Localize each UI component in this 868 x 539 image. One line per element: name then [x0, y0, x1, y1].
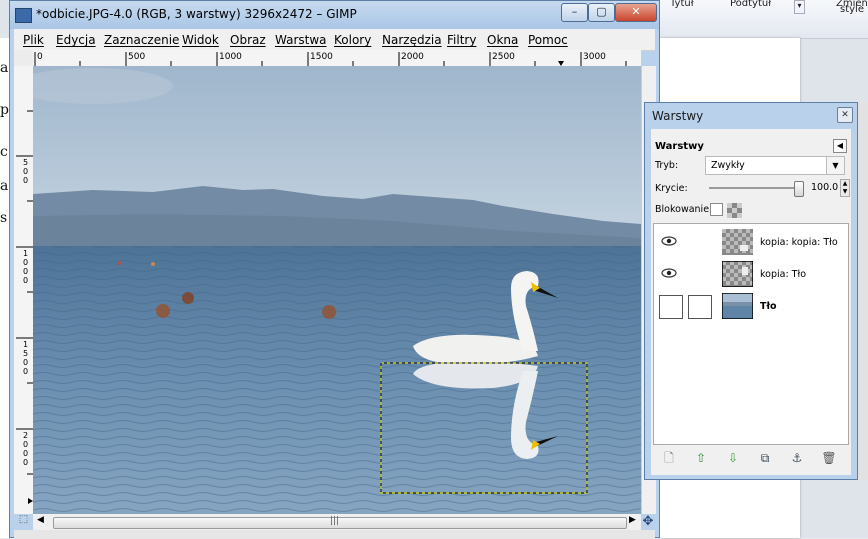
mode-select[interactable]: Zwykły ▼: [705, 156, 845, 175]
scroll-right-arrow-icon[interactable]: ▶: [629, 515, 636, 525]
ruler-label: 500: [128, 52, 146, 62]
tab-menu-icon[interactable]: ◀: [833, 139, 847, 153]
background-ribbon: Tytuł Podtytuł Zmień style ▾: [660, 0, 868, 39]
menu-warstwa[interactable]: Warstwa: [275, 33, 327, 47]
scroll-left-arrow-icon[interactable]: ◀: [37, 515, 44, 525]
visibility-toggle-empty[interactable]: [659, 295, 683, 319]
layer-name[interactable]: kopia: kopia: Tło: [760, 237, 838, 248]
gimp-image-window: *odbicie.JPG-4.0 (RGB, 3 warstwy) 3296x2…: [9, 0, 660, 539]
ribbon-style-title[interactable]: Tytuł: [670, 0, 694, 9]
quick-mask-icon[interactable]: ⬚: [14, 514, 33, 530]
layers-title-bar[interactable]: Warstwy ✕: [645, 103, 857, 129]
ruler-label: 0: [37, 52, 43, 62]
ruler-label: 2500: [492, 52, 515, 62]
ruler-label: 1500: [310, 52, 333, 62]
vertical-ruler[interactable]: 5 0 0 1 0 0 0 1 5 0 0 2 0 0 0: [14, 66, 34, 514]
new-layer-icon[interactable]: 🗋: [661, 450, 677, 466]
ribbon-more-arrow-icon[interactable]: ▾: [794, 0, 805, 14]
anchor-layer-icon[interactable]: ⚓: [789, 450, 805, 466]
ruler-ticks: [34, 52, 627, 66]
lock-pixels-checkbox[interactable]: [710, 203, 723, 216]
opacity-value[interactable]: 100.0: [811, 182, 838, 193]
menu-bar: Plik Edycja Zaznaczenie Widok Obraz Wars…: [14, 29, 655, 51]
ruler-label: 2000: [401, 52, 424, 62]
layer-name[interactable]: kopia: Tło: [760, 269, 806, 280]
window-title: *odbicie.JPG-4.0 (RGB, 3 warstwy) 3296x2…: [36, 7, 357, 21]
navigate-icon[interactable]: ✥: [641, 514, 655, 530]
layers-list: kopia: kopia: Tło kopia: Tło Tło: [653, 223, 849, 445]
ruler-label: 1000: [219, 52, 242, 62]
duplicate-layer-icon[interactable]: ⧉: [757, 450, 773, 466]
horizontal-scrollbar[interactable]: ◀ ||| ▶: [33, 514, 641, 530]
menu-filtry[interactable]: Filtry: [447, 33, 476, 47]
ruler-label: 1 5 0 0: [23, 340, 29, 376]
raise-layer-icon[interactable]: ⇧: [693, 450, 709, 466]
layer-thumbnail: [722, 293, 753, 319]
doc-letter: a: [0, 178, 9, 194]
ribbon-style-label[interactable]: style: [840, 4, 864, 15]
opacity-spin-button[interactable]: ▲ ▼: [840, 179, 850, 197]
chain-toggle-empty[interactable]: [688, 295, 712, 319]
layers-dialog-title: Warstwy: [652, 109, 704, 123]
layers-panel: Warstwy ◀ Tryb: Zwykły ▼ Krycie: 100.0 ▲…: [651, 129, 851, 475]
close-button[interactable]: ✕: [615, 3, 657, 22]
photo-swan: [33, 66, 641, 514]
ruler-label: 5 0 0: [23, 158, 29, 185]
image-canvas[interactable]: [33, 66, 641, 514]
minimize-button[interactable]: –: [561, 3, 588, 22]
visibility-eye-icon[interactable]: [661, 266, 677, 280]
doc-letter: p: [0, 102, 9, 118]
maximize-button[interactable]: ▢: [588, 3, 615, 22]
layer-row[interactable]: Tło: [654, 290, 848, 322]
lock-label: Blokowanie:: [655, 204, 713, 215]
layer-row[interactable]: kopia: Tło: [654, 258, 848, 290]
menu-plik[interactable]: Plik: [23, 33, 44, 47]
layers-dialog: Warstwy ✕ Warstwy ◀ Tryb: Zwykły ▼ Kryci…: [644, 102, 858, 480]
lock-alpha-icon[interactable]: [727, 203, 742, 218]
delete-layer-icon[interactable]: 🗑: [821, 450, 837, 466]
horizontal-ruler[interactable]: 0 500 1000 1500 2000 2500 3000: [33, 50, 641, 67]
opacity-slider-handle[interactable]: [794, 181, 804, 197]
scroll-thumb-grip: |||: [330, 516, 340, 526]
layers-button-bar: 🗋 ⇧ ⇩ ⧉ ⚓ 🗑: [653, 447, 847, 469]
layer-name[interactable]: Tło: [760, 301, 777, 312]
menu-pomoc[interactable]: Pomoc: [528, 33, 568, 47]
menu-edycja[interactable]: Edycja: [56, 33, 96, 47]
menu-zaznaczenie[interactable]: Zaznaczenie: [104, 33, 179, 47]
ruler-label: 1 0 0 0: [23, 249, 29, 285]
ruler-label: 2 0 0 0: [23, 431, 29, 467]
ruler-corner[interactable]: [14, 50, 33, 66]
layers-close-button[interactable]: ✕: [837, 107, 853, 123]
mode-label: Tryb:: [655, 160, 679, 171]
doc-letter: s: [0, 210, 8, 226]
menu-narzedzia[interactable]: Narzędzia: [382, 33, 442, 47]
menu-widok[interactable]: Widok: [182, 33, 219, 47]
layer-thumbnail: [722, 261, 753, 287]
menu-kolory[interactable]: Kolory: [334, 33, 371, 47]
ribbon-style-subtitle[interactable]: Podtytuł: [730, 0, 771, 9]
menu-okna[interactable]: Okna: [487, 33, 518, 47]
visibility-eye-icon[interactable]: [661, 234, 677, 248]
doc-letter: a: [0, 60, 9, 76]
layer-thumbnail: [722, 229, 753, 255]
layer-row[interactable]: kopia: kopia: Tło: [654, 226, 848, 258]
opacity-slider-track[interactable]: [709, 187, 803, 189]
mode-value: Zwykły: [711, 160, 745, 171]
doc-letter: c: [0, 144, 8, 160]
scroll-thumb[interactable]: |||: [53, 516, 627, 529]
menu-obraz[interactable]: Obraz: [230, 33, 266, 47]
opacity-label: Krycie:: [655, 183, 688, 194]
gimp-app-icon: [15, 8, 32, 23]
chevron-down-icon[interactable]: ▼: [826, 157, 844, 174]
title-bar[interactable]: *odbicie.JPG-4.0 (RGB, 3 warstwy) 3296x2…: [10, 1, 659, 29]
ruler-label: 3000: [583, 52, 606, 62]
background-scrollbar: [858, 102, 868, 480]
lower-layer-icon[interactable]: ⇩: [725, 450, 741, 466]
layers-tab-title: Warstwy: [655, 141, 704, 152]
